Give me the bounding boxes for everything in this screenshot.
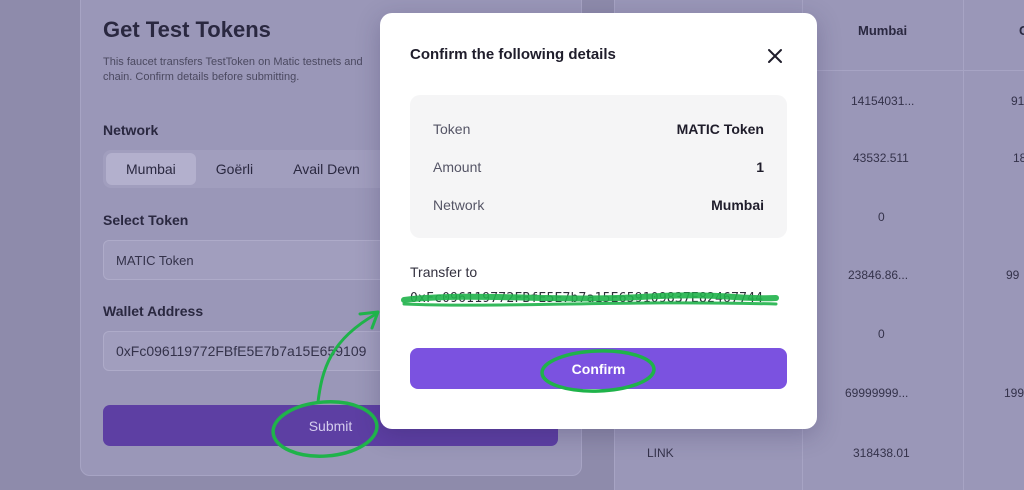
detail-value: MATIC Token (676, 121, 764, 137)
table-cell: 91 (1011, 94, 1024, 108)
faucet-description: This faucet transfers TestToken on Matic… (103, 56, 363, 83)
confirm-modal: Confirm the following details Token MATI… (380, 13, 817, 429)
table-cell: 23846.86... (848, 268, 909, 282)
details-box: Token MATIC Token Amount 1 Network Mumba… (410, 95, 787, 238)
column-header-mumbai: Mumbai (858, 23, 908, 38)
table-divider (963, 0, 964, 490)
tab-goerli[interactable]: Goërli (196, 153, 273, 185)
detail-row-network: Network Mumbai (433, 195, 764, 215)
table-cell: 69999999... (845, 386, 909, 400)
detail-row-amount: Amount 1 (433, 157, 764, 177)
column-header-next: G (1019, 23, 1024, 38)
select-token-label: Select Token (103, 212, 189, 228)
detail-value: Mumbai (711, 197, 764, 213)
detail-key: Amount (433, 159, 482, 175)
wallet-address-label: Wallet Address (103, 303, 204, 319)
table-cell: LINK (647, 446, 674, 460)
table-cell: 43532.511 (853, 151, 909, 165)
table-cell: 18 (1013, 151, 1024, 165)
tab-mumbai[interactable]: Mumbai (106, 153, 196, 185)
page-title: Get Test Tokens (103, 17, 271, 42)
network-tabs: Mumbai Goërli Avail Devn (103, 150, 403, 188)
table-cell: 99 (1006, 268, 1020, 282)
confirm-button[interactable]: Confirm (410, 348, 787, 389)
wallet-address-input[interactable]: 0xFc096119772FBfE5E7b7a15E659109 (103, 331, 403, 371)
table-cell: 199 (1004, 386, 1024, 400)
detail-row-token: Token MATIC Token (433, 119, 764, 139)
detail-key: Token (433, 121, 471, 137)
transfer-to-label: Transfer to (410, 264, 478, 280)
table-cell: 0 (878, 210, 885, 224)
network-label: Network (103, 122, 159, 138)
table-cell: 14154031... (851, 94, 915, 108)
close-icon[interactable] (764, 45, 786, 67)
detail-value: 1 (756, 159, 764, 175)
table-cell: 318438.01 (853, 446, 910, 460)
token-select[interactable]: MATIC Token (103, 240, 403, 280)
detail-key: Network (433, 197, 485, 213)
table-cell: 0 (878, 327, 885, 341)
tab-avail[interactable]: Avail Devn (273, 153, 380, 185)
recipient-address: 0xFc096119772FBfE5E7b7a15E659109837E8246… (410, 291, 764, 306)
modal-title: Confirm the following details (410, 46, 616, 63)
